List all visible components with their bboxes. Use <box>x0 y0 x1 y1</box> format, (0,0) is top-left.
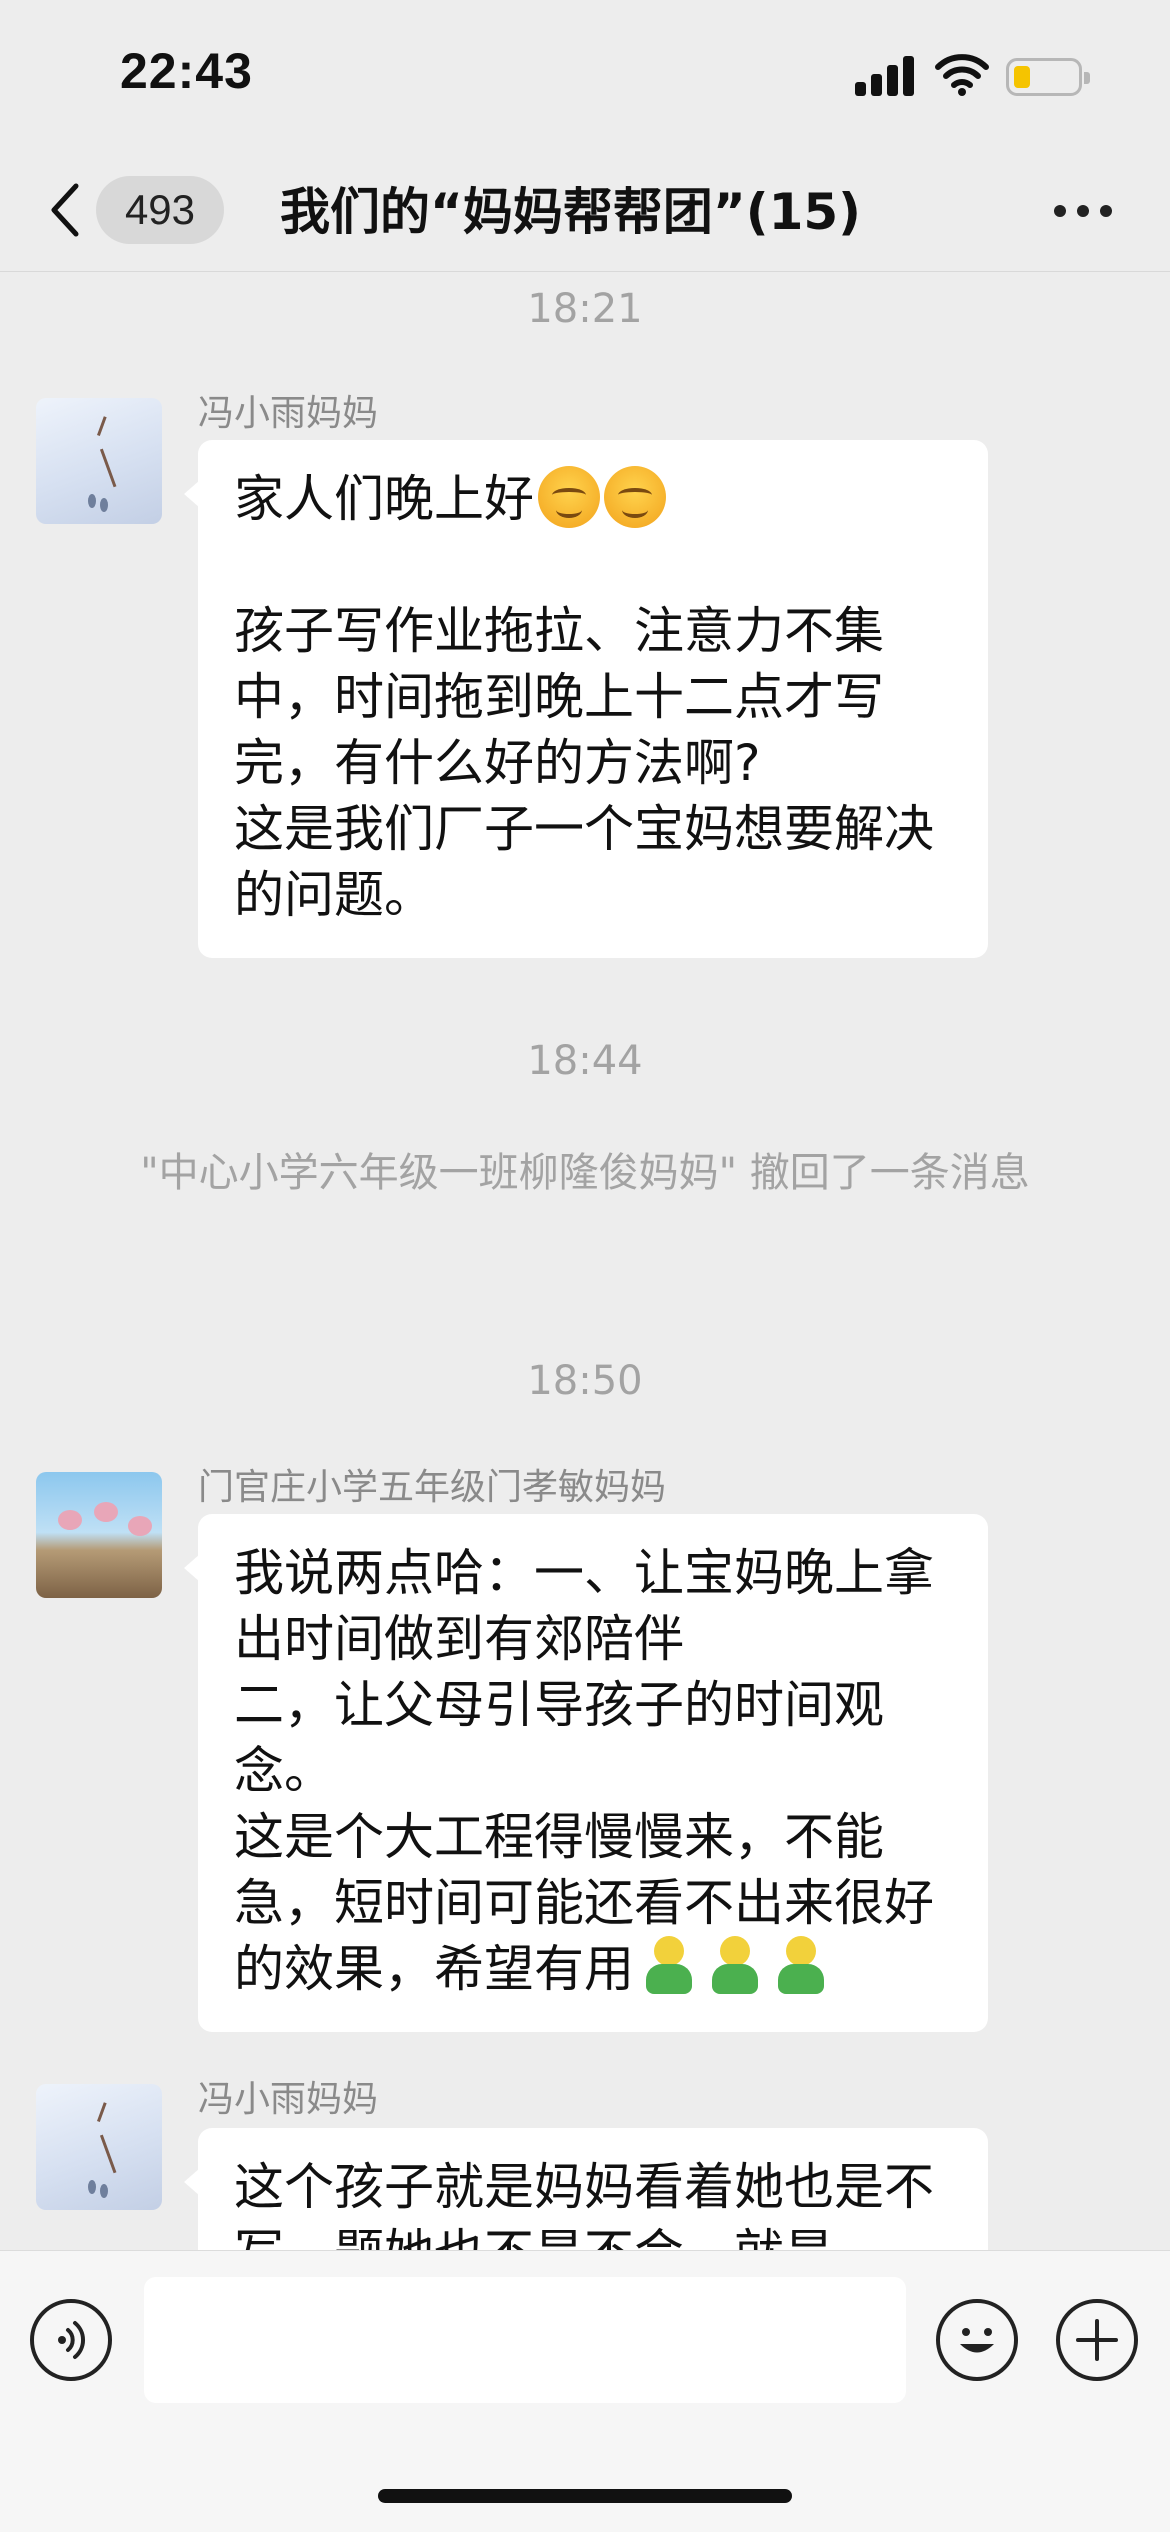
chevron-left-icon[interactable] <box>46 180 86 240</box>
battery-icon <box>1006 58 1090 96</box>
avatar[interactable] <box>36 398 162 524</box>
home-indicator <box>378 2489 792 2503</box>
input-bar <box>0 2250 1170 2532</box>
message-bubble[interactable]: 这个孩子就是妈妈看着她也是不写，题她也不是不会，就是 <box>184 2128 988 2250</box>
plus-icon[interactable] <box>1056 2299 1138 2381</box>
message-timestamp: 18:50 <box>527 1358 643 1404</box>
message-text: 我说两点哈：一、让宝妈晚上拿出时间做到有郊陪伴 二，让父母引导孩子的时间观念。 … <box>234 1544 934 1998</box>
message-bubble[interactable]: 我说两点哈：一、让宝妈晚上拿出时间做到有郊陪伴 二，让父母引导孩子的时间观念。 … <box>184 1514 988 2032</box>
chat-header: 493 我们的“妈妈帮帮团”(15) <box>0 150 1170 272</box>
person-icon <box>638 1936 700 1998</box>
avatar[interactable] <box>36 1472 162 1598</box>
smiling-face-icon <box>538 466 600 528</box>
message-bubble[interactable]: 家人们晚上好 孩子写作业拖拉、注意力不集中，时间拖到晚上十二点才写完，有什么好的… <box>184 440 988 958</box>
status-time: 22:43 <box>120 43 253 99</box>
battery-level-fill <box>1014 66 1030 88</box>
message-list[interactable]: 18:21 冯小雨妈妈 家人们晚上好 孩子写作业拖拉、注意力不集中，时间拖到晚上… <box>0 272 1170 2250</box>
person-icon <box>704 1936 766 1998</box>
unread-count-badge[interactable]: 493 <box>96 176 224 244</box>
wifi-icon <box>935 54 989 96</box>
chat-title: 我们的“妈妈帮帮团”(15) <box>280 183 862 241</box>
message-input[interactable] <box>144 2277 906 2403</box>
voice-icon[interactable] <box>30 2299 112 2381</box>
recall-notice: "中心小学六年级一班柳隆俊妈妈" 撤回了一条消息 <box>140 1150 1030 1196</box>
emoji-icon[interactable] <box>936 2299 1018 2381</box>
message-text: 家人们晚上好 <box>234 470 534 528</box>
message-text: 孩子写作业拖拉、注意力不集中，时间拖到晚上十二点才写完，有什么好的方法啊? 这是… <box>234 602 934 924</box>
message-timestamp: 18:44 <box>527 1038 643 1084</box>
avatar[interactable] <box>36 2084 162 2210</box>
sender-name: 门官庄小学五年级门孝敏妈妈 <box>198 1467 667 1508</box>
smiling-face-icon <box>604 466 666 528</box>
message-text: 这个孩子就是妈妈看着她也是不写，题她也不是不会，就是 <box>234 2158 934 2250</box>
sender-name: 冯小雨妈妈 <box>198 393 379 434</box>
ellipsis-icon[interactable] <box>1054 202 1112 220</box>
status-bar: 22:43 <box>0 0 1170 150</box>
person-icon <box>770 1936 832 1998</box>
message-timestamp: 18:21 <box>527 286 643 332</box>
cellular-signal-icon <box>855 56 915 96</box>
sender-name: 冯小雨妈妈 <box>198 2079 379 2120</box>
